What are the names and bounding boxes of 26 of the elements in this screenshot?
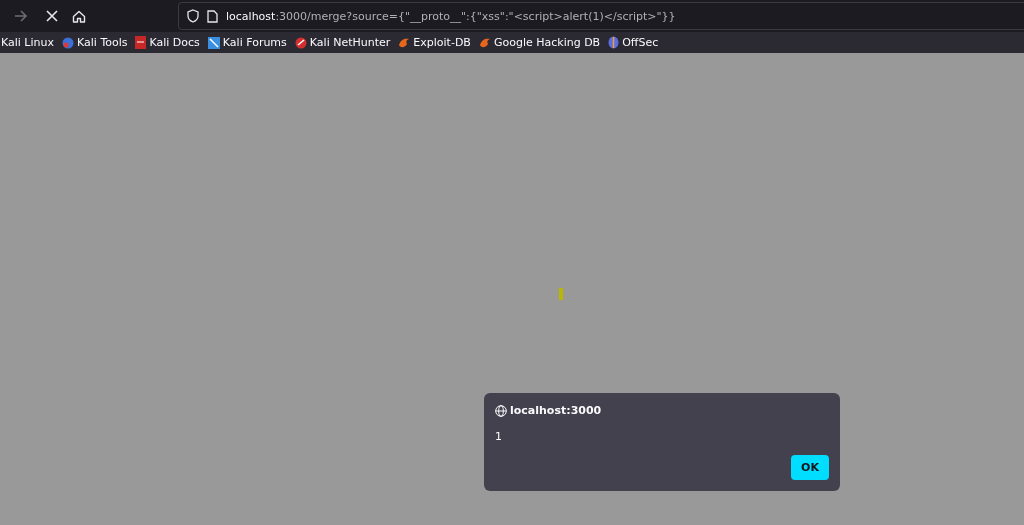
bookmark-icon — [207, 36, 220, 49]
globe-icon — [495, 404, 507, 417]
bookmark-link[interactable]: Exploit-DB — [413, 36, 471, 49]
ok-button[interactable]: OK — [791, 455, 829, 480]
bookmark-link[interactable]: Kali Docs — [149, 36, 200, 49]
dialog-message: 1 — [495, 430, 503, 443]
bookmark-link[interactable]: Kali Tools — [77, 36, 128, 49]
flame-icon — [398, 37, 411, 48]
shield-icon[interactable] — [187, 9, 199, 23]
bookmark-icon — [62, 36, 74, 49]
bookmark-icon — [608, 36, 620, 49]
forward-icon[interactable] — [14, 10, 28, 22]
bookmark-icon — [135, 36, 147, 49]
dialog-title: localhost:3000 — [510, 404, 602, 417]
bookmark-link[interactable]: Google Hacking DB — [493, 36, 601, 49]
bookmark-icon — [294, 36, 307, 49]
url-field[interactable]: localhost:3000/merge?source={"__proto__":{"xss":"<script>alert(1)</script>"}} — [178, 2, 1024, 30]
bookmark-link[interactable]: OffSec — [622, 36, 659, 49]
bookmark-link[interactable]: Kali Linux — [1, 36, 54, 49]
flame-icon — [478, 37, 491, 48]
home-icon[interactable] — [72, 9, 86, 23]
text-cursor-mark — [559, 288, 563, 300]
close-icon[interactable] — [46, 10, 58, 22]
page-icon — [207, 9, 218, 23]
bookmark-link[interactable]: Kali Forums — [222, 36, 287, 49]
bookmark-link[interactable]: Kali NetHunter — [309, 36, 391, 49]
